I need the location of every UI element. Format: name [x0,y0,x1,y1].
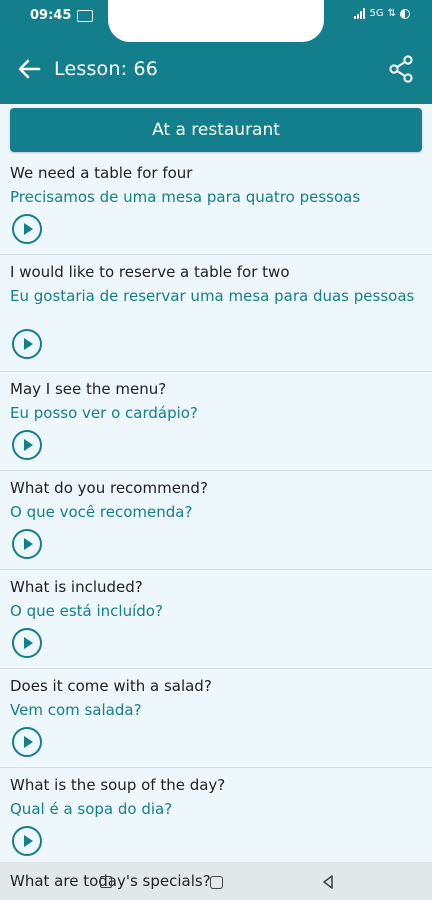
message-icon [77,9,94,22]
share-button[interactable] [388,55,414,83]
recent-apps-button[interactable] [96,872,116,892]
network-type: 5G [369,8,384,19]
phrase-english: What do you recommend? [10,479,208,497]
phrase-portuguese: O que está incluído? [10,602,163,620]
signal-icon [354,8,366,19]
phrase-english: What is included? [10,578,143,596]
phrase-item: Does it come with a salad? Vem com salad… [0,669,432,768]
play-icon [24,736,33,748]
status-icons: 5G ⇅ [354,8,410,19]
status-time: 09:45 [30,8,94,23]
play-icon [24,439,33,451]
phone-screen: 09:45 5G ⇅ Lesson: 66 At a restaurant We… [0,0,432,900]
phrase-english: Does it come with a salad? [10,677,212,695]
phrase-list: We need a table for four Precisamos de u… [0,156,432,867]
app-bar: 09:45 5G ⇅ Lesson: 66 [0,0,432,104]
play-icon [24,637,33,649]
play-icon [24,835,33,847]
phrase-item: May I see the menu? Eu posso ver o cardá… [0,372,432,471]
camera-notch [108,0,324,42]
phrase-item: I would like to reserve a table for two … [0,255,432,372]
play-icon [24,338,33,350]
play-button[interactable] [12,329,42,359]
share-icon [389,55,413,83]
phrase-portuguese: Eu posso ver o cardápio? [10,404,198,422]
play-button[interactable] [12,727,42,757]
play-button[interactable] [12,826,42,856]
home-icon [209,875,223,889]
triangle-back-icon [323,875,333,889]
phrase-item: What is the soup of the day? Qual é a so… [0,768,432,867]
arrow-left-icon [18,59,41,79]
play-button[interactable] [12,430,42,460]
phrase-english: I would like to reserve a table for two [10,263,290,281]
system-nav-bar [0,862,432,900]
recent-apps-icon [100,876,112,888]
phrase-item: What is included? O que está incluído? [0,570,432,669]
page-title: Lesson: 66 [54,58,159,80]
play-button[interactable] [12,529,42,559]
clock: 09:45 [30,8,72,23]
lesson-heading: At a restaurant [10,108,422,152]
system-back-button[interactable] [318,872,338,892]
play-icon [24,223,33,235]
play-icon [24,538,33,550]
back-button[interactable] [16,58,42,80]
phrase-item: What do you recommend? O que você recome… [0,471,432,570]
phrase-portuguese: Vem com salada? [10,701,142,719]
phrase-portuguese: Precisamos de uma mesa para quatro pesso… [10,188,361,206]
phrase-portuguese: Eu gostaria de reservar uma mesa para du… [10,287,415,305]
phrase-english: May I see the menu? [10,380,167,398]
play-button[interactable] [12,214,42,244]
home-button[interactable] [206,872,226,892]
phrase-item: We need a table for four Precisamos de u… [0,156,432,255]
phrase-portuguese: Qual é a sopa do dia? [10,800,173,818]
battery-icon [400,8,410,19]
phrase-portuguese: O que você recomenda? [10,503,193,521]
data-icon: ⇅ [387,8,396,19]
phrase-english: What is the soup of the day? [10,776,226,794]
play-button[interactable] [12,628,42,658]
phrase-english: We need a table for four [10,164,193,182]
